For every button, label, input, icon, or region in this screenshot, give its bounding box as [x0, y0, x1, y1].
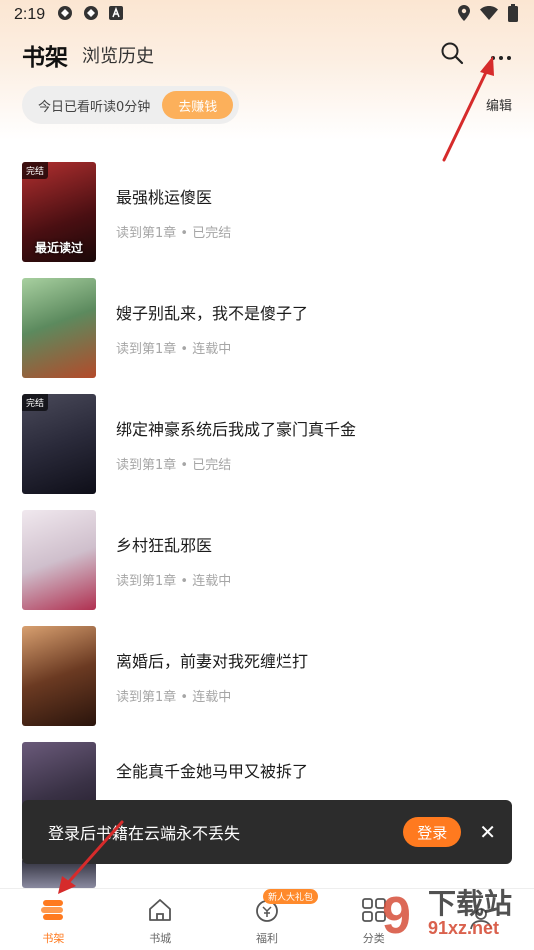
- close-icon[interactable]: ✕: [479, 822, 496, 842]
- book-progress: 读到第1章 • 连载中: [116, 341, 232, 357]
- list-item[interactable]: 离婚后，前妻对我死缠烂打 读到第1章 • 连载中: [22, 626, 512, 726]
- book-cover: [22, 510, 96, 610]
- login-toast: 登录后书籍在云端永不丢失 登录 ✕: [22, 800, 512, 864]
- status-badge: 完结: [22, 394, 49, 411]
- reading-time-text: 今日已看听读0分钟: [38, 99, 151, 115]
- book-progress: 读到第1章 • 连载中: [116, 573, 232, 589]
- watermark-title: 下载站: [428, 887, 513, 920]
- edit-button[interactable]: 编辑: [486, 95, 512, 114]
- tab-browse-history[interactable]: 浏览历史: [82, 42, 154, 68]
- list-item[interactable]: 完结 最近读过 最强桃运傻医 读到第1章 • 已完结: [22, 162, 512, 262]
- earn-money-button[interactable]: 去赚钱: [162, 91, 234, 119]
- watermark-logo: 9: [382, 887, 411, 945]
- nav-item-welfare[interactable]: 新人大礼包 福利: [214, 889, 321, 950]
- book-cover: 完结 最近读过: [22, 162, 96, 262]
- recently-read-label: 最近读过: [34, 241, 83, 255]
- book-title: 绑定神豪系统后我成了豪门真千金: [116, 419, 357, 439]
- status-bar: 2:19: [0, 0, 534, 30]
- toast-message: 登录后书籍在云端永不丢失: [48, 824, 241, 843]
- book-cover: [22, 278, 96, 378]
- tab-bookshelf[interactable]: 书架: [22, 38, 68, 72]
- wifi-icon: [480, 6, 498, 24]
- book-cover: [22, 626, 96, 726]
- home-icon: [147, 898, 173, 926]
- book-progress: 读到第1章 • 已完结: [116, 225, 232, 241]
- more-icon[interactable]: [490, 46, 512, 65]
- book-progress: 读到第1章 • 连载中: [116, 689, 232, 705]
- nav-label: 书架: [42, 931, 65, 945]
- app-icon: [57, 5, 73, 25]
- watermark-url: 91xz.net: [428, 918, 500, 938]
- book-progress: 读到第1章 • 已完结: [116, 457, 232, 473]
- text-a-icon: [109, 6, 124, 24]
- nav-item-bookshelf[interactable]: 书架: [0, 889, 107, 950]
- nav-item-bookstore[interactable]: 书城: [107, 889, 214, 950]
- watermark: 9 下载站 91xz.net: [380, 880, 530, 946]
- book-title: 离婚后，前妻对我死缠烂打: [116, 651, 309, 671]
- bookshelf-icon: [40, 898, 66, 926]
- reading-time-pill: 今日已看听读0分钟 去赚钱: [22, 86, 240, 124]
- book-title: 最强桃运傻医: [116, 187, 213, 207]
- new-user-badge: 新人大礼包: [262, 889, 318, 904]
- status-badge: 完结: [22, 162, 49, 179]
- app-icon: [83, 5, 99, 25]
- login-button[interactable]: 登录: [403, 817, 462, 847]
- nav-label: 书城: [149, 931, 172, 945]
- book-title: 乡村狂乱邪医: [116, 535, 213, 555]
- header: 书架 浏览历史: [22, 38, 512, 72]
- book-title: 嫂子别乱来，我不是傻子了: [116, 303, 309, 323]
- list-item[interactable]: 嫂子别乱来，我不是傻子了 读到第1章 • 连载中: [22, 278, 512, 378]
- location-icon: [458, 5, 470, 25]
- search-icon[interactable]: [440, 41, 464, 69]
- status-time: 2:19: [14, 6, 46, 23]
- book-cover: 完结: [22, 394, 96, 494]
- list-item[interactable]: 乡村狂乱邪医 读到第1章 • 连载中: [22, 510, 512, 610]
- list-item[interactable]: 完结 绑定神豪系统后我成了豪门真千金 读到第1章 • 已完结: [22, 394, 512, 494]
- nav-label: 福利: [255, 931, 278, 945]
- book-title: 全能真千金她马甲又被拆了: [116, 762, 309, 781]
- battery-icon: [508, 4, 518, 26]
